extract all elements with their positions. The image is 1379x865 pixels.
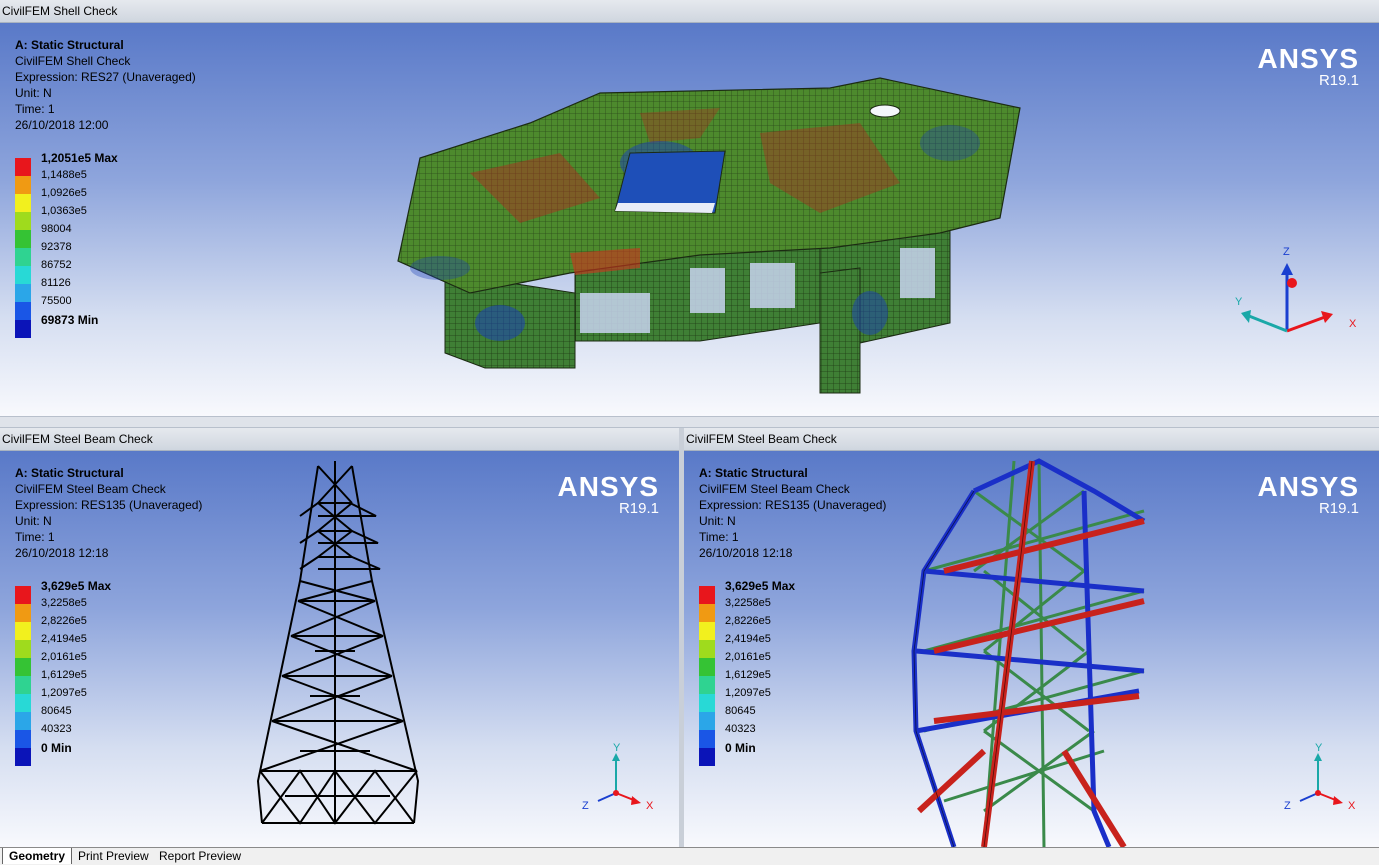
graphics-viewport[interactable]: A: Static Structural CivilFEM Shell Chec… [0,23,1379,416]
x-axis-label: X [646,800,654,812]
x-axis-label: X [1348,800,1356,812]
graphics-viewport[interactable]: A: Static Structural CivilFEM Steel Beam… [0,451,679,847]
graphics-viewport[interactable]: A: Static Structural CivilFEM Steel Beam… [684,451,1379,847]
horizontal-splitter[interactable] [0,416,1379,428]
x-axis-label: X [1349,318,1357,330]
wall-front [819,267,861,394]
tab-geometry[interactable]: Geometry [2,848,73,864]
tab-print-preview[interactable]: Print Preview [72,848,155,864]
axis-triad: Z Y X [1235,246,1357,333]
tower-contour-model[interactable] [684,451,1379,847]
shell-model[interactable] [0,23,1379,416]
panel-title: CivilFEM Shell Check [0,0,1379,23]
z-axis-label: Z [1284,800,1291,812]
y-axis-label: Y [1315,743,1323,754]
view-tab-bar: Geometry Print Preview Report Preview [0,847,1379,865]
z-axis-label: Z [582,800,589,812]
tab-report-preview[interactable]: Report Preview [153,848,247,864]
axis-triad: Y Z X [582,743,654,812]
y-axis-label: Y [1235,296,1243,308]
beam-check-wireframe-panel[interactable]: CivilFEM Steel Beam Check A: Static Stru… [0,428,679,847]
axis-triad: Y Z X [1284,743,1356,812]
panel-title: CivilFEM Steel Beam Check [0,428,679,451]
shell-check-viewport-panel[interactable]: CivilFEM Shell Check A: Static Structura… [0,0,1379,416]
panel-title: CivilFEM Steel Beam Check [684,428,1379,451]
y-axis-label: Y [613,743,621,754]
z-axis-label: Z [1283,246,1290,258]
beam-check-contour-panel[interactable]: CivilFEM Steel Beam Check A: Static Stru… [684,428,1379,847]
